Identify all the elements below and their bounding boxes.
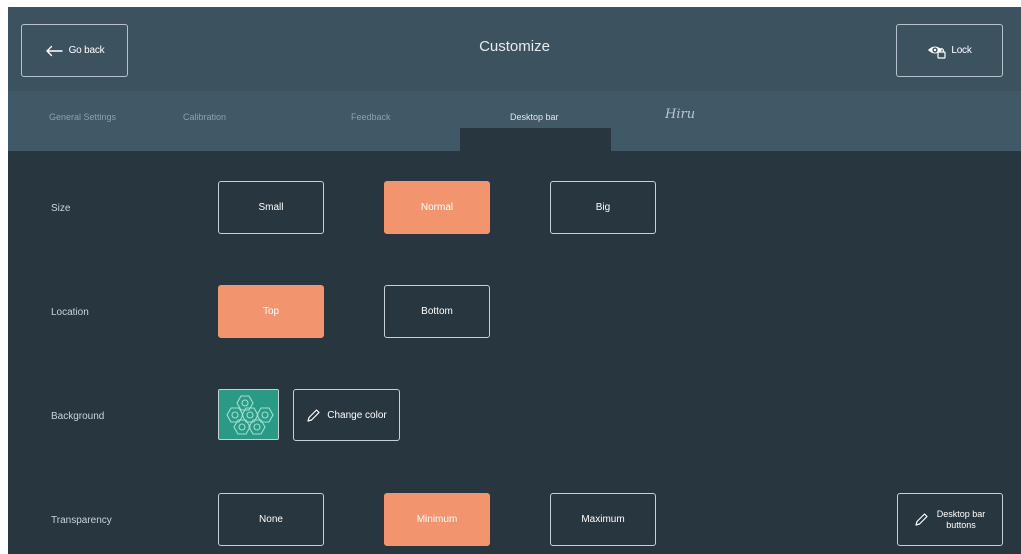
change-color-label: Change color: [327, 409, 387, 421]
desktop-bar-buttons-label: Desktop bar buttons: [936, 508, 986, 530]
tab-calibration[interactable]: Calibration: [183, 112, 226, 122]
tab-feedback[interactable]: Feedback: [351, 112, 391, 122]
change-color-button[interactable]: Change color: [293, 389, 400, 441]
page-title: Customize: [479, 38, 550, 55]
desktop-bar-buttons-button[interactable]: Desktop bar buttons: [897, 493, 1003, 546]
tab-hiru[interactable]: Hiru: [665, 107, 695, 122]
location-top-button[interactable]: Top: [218, 285, 324, 338]
size-small-button[interactable]: Small: [218, 181, 324, 234]
transparency-maximum-button[interactable]: Maximum: [550, 493, 656, 546]
transparency-label: Transparency: [51, 515, 112, 526]
transparency-none-button[interactable]: None: [218, 493, 324, 546]
size-normal-button[interactable]: Normal: [384, 181, 490, 234]
location-label: Location: [51, 307, 89, 318]
lock-label: Lock: [951, 45, 972, 56]
background-label: Background: [51, 411, 105, 422]
size-label: Size: [51, 203, 71, 214]
location-bottom-button[interactable]: Bottom: [384, 285, 490, 338]
size-big-button[interactable]: Big: [550, 181, 656, 234]
lock-button[interactable]: Lock: [896, 24, 1003, 77]
active-tab-indicator: [460, 128, 611, 151]
header-bar: Go back Customize Lock: [8, 7, 1021, 91]
tab-general-settings[interactable]: General Settings: [49, 112, 116, 122]
pencil-icon: [307, 408, 320, 422]
hexagon-pattern-icon: [219, 390, 278, 439]
app-window: Go back Customize Lock General Settings …: [8, 7, 1021, 554]
eye-lock-icon: [928, 46, 946, 59]
tab-desktop-bar[interactable]: Desktop bar: [510, 112, 559, 122]
pencil-icon: [915, 513, 928, 526]
background-color-swatch[interactable]: [218, 389, 279, 440]
transparency-minimum-button[interactable]: Minimum: [384, 493, 490, 546]
